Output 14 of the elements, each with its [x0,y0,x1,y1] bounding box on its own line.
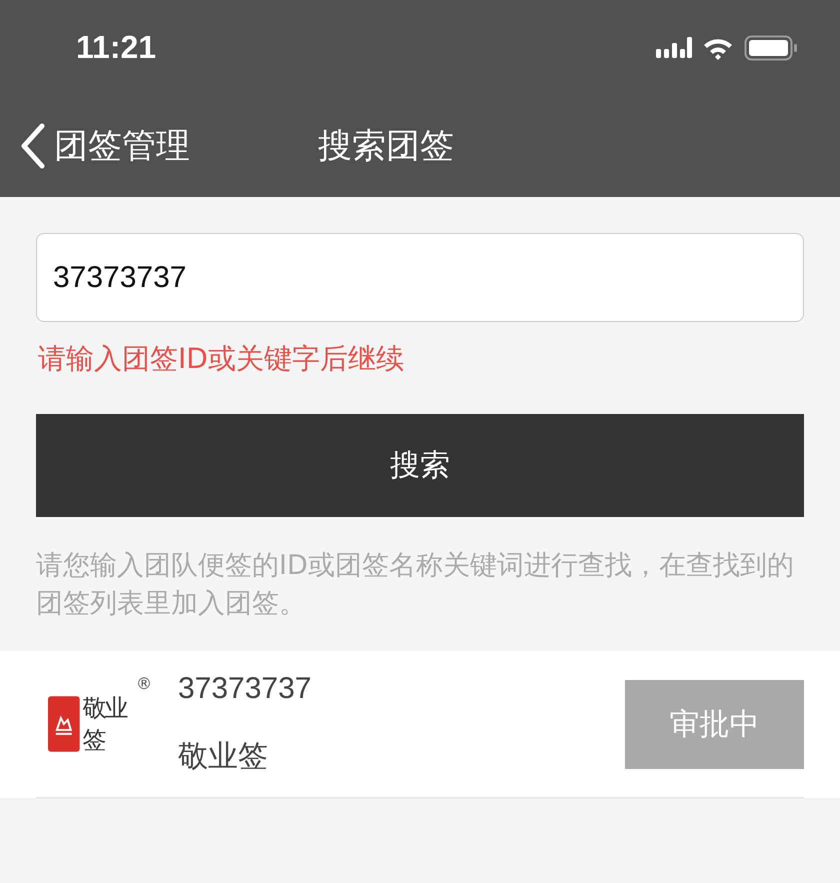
group-name: 敬业签 [178,738,269,776]
battery-icon [744,34,798,60]
signal-icon [656,36,692,58]
group-id: 37373737 [178,672,312,706]
logo-icon [48,696,80,752]
search-button[interactable]: 搜索 [36,414,804,517]
status-time: 11:21 [76,29,156,66]
registered-mark: ® [136,674,152,693]
error-message: 请输入团签ID或关键字后继续 [38,341,405,377]
page-title: 搜索团签 [318,125,454,168]
back-button[interactable]: 团签管理 [18,122,190,170]
hint-text: 请您输入团队便签的ID或团签名称关键词进行查找，在查找到的团签列表里加入团签。 [36,549,795,621]
search-field[interactable]: 37373737 [36,233,804,322]
logo-text: 敬业签 [82,693,128,756]
